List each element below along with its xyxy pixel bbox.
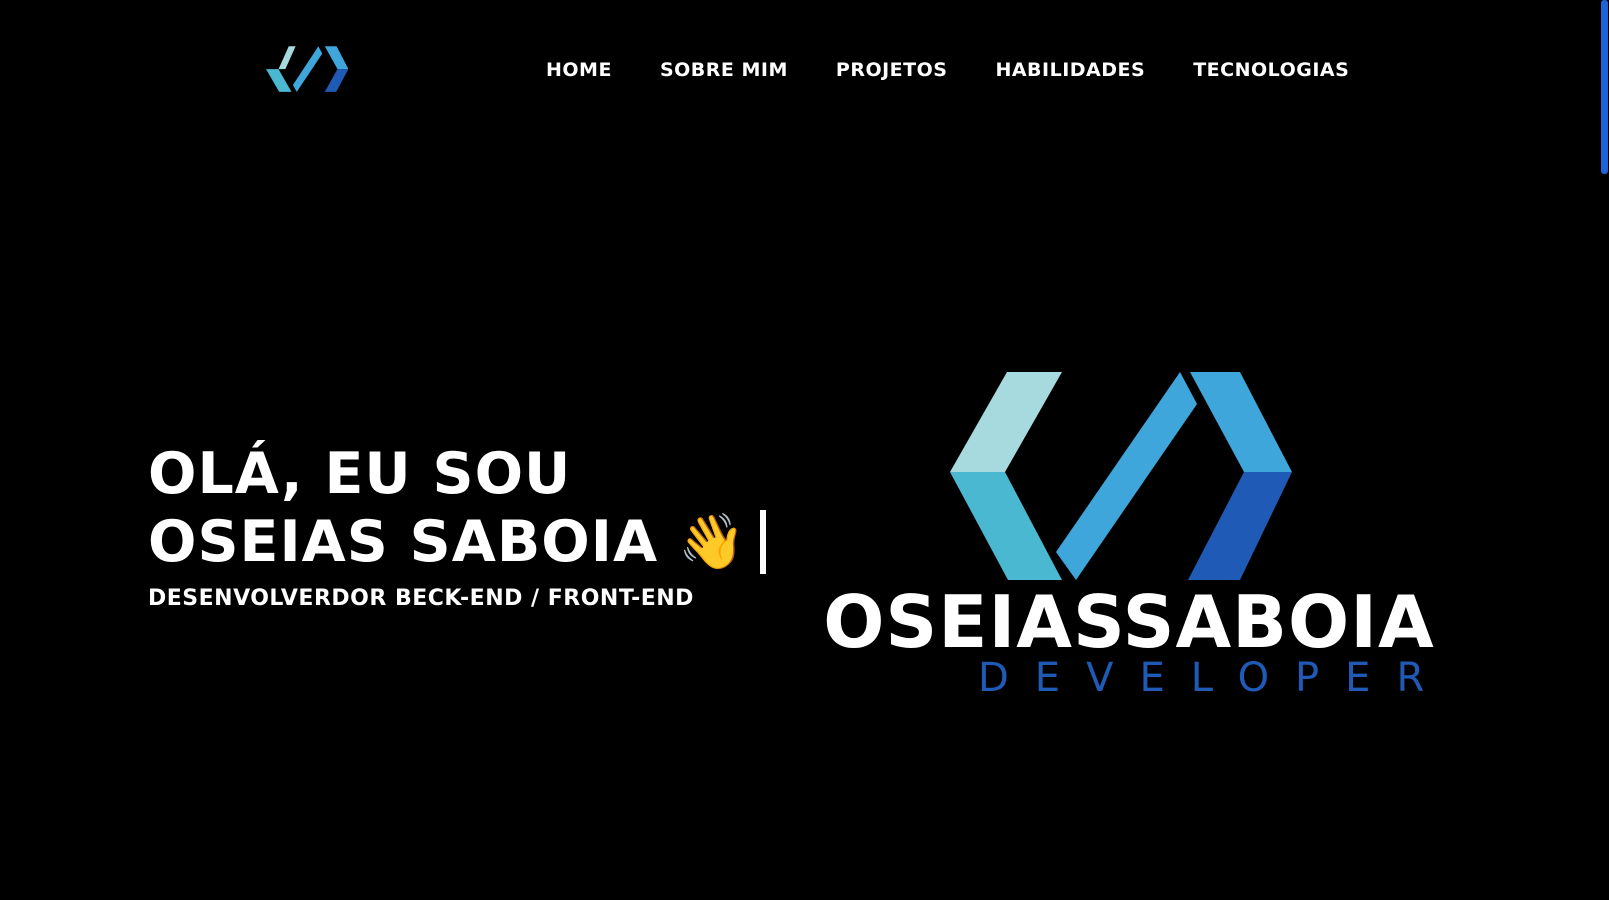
waving-hand-icon: 👋 <box>678 510 747 573</box>
logo-icon[interactable] <box>266 46 348 94</box>
main-nav: HOME SOBRE MIM PROJETOS HABILIDADES TECN… <box>546 58 1349 82</box>
hero-greeting: OLÁ, EU SOU <box>148 440 766 508</box>
nav-home[interactable]: HOME <box>546 58 612 82</box>
nav-habilidades[interactable]: HABILIDADES <box>995 58 1145 82</box>
hero-line1: OLÁ, EU SOU <box>148 441 572 507</box>
hero-name-line: OSEIAS SABOIA 👋 <box>148 508 767 576</box>
nav-tecnologias[interactable]: TECNOLOGIAS <box>1193 58 1349 82</box>
typing-cursor <box>760 510 767 574</box>
hero-subtitle: DESENVOLVERDOR BECK-END / FRONT-END <box>148 586 694 611</box>
nav-sobre-mim[interactable]: SOBRE MIM <box>660 58 788 82</box>
brand-tagline: DEVELOPER <box>978 655 1451 701</box>
brand-logo-icon <box>950 372 1292 580</box>
scrollbar-thumb[interactable] <box>1601 0 1608 174</box>
hero-name: OSEIAS SABOIA <box>148 509 659 575</box>
nav-projetos[interactable]: PROJETOS <box>836 58 948 82</box>
scrollbar[interactable] <box>1600 0 1609 900</box>
hero-section: OLÁ, EU SOU OSEIAS SABOIA 👋 DESENVOLVERD… <box>148 440 767 611</box>
brand-name: OSEIASSABOIA <box>823 580 1435 664</box>
